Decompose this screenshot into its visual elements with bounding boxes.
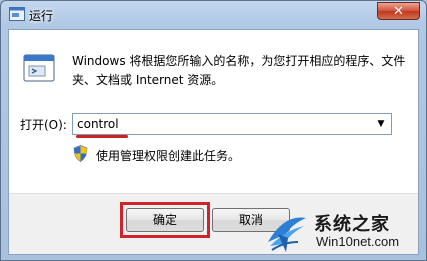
watermark-url: Win10net.com	[316, 234, 400, 249]
uac-shield-icon	[73, 145, 88, 162]
title-bar[interactable]: 运行 ✕	[1, 1, 426, 29]
description-text: Windows 将根据您所输入的名称，为您打开相应的程序、文件夹、文档或 Int…	[72, 54, 406, 87]
run-app-icon	[9, 7, 25, 21]
open-label: 打开(O):	[20, 118, 67, 132]
watermark-title: 系统之家	[314, 214, 390, 235]
command-combobox[interactable]: control ▼	[72, 113, 392, 135]
admin-privilege-note: 使用管理权限创建此任务。	[96, 149, 241, 163]
close-button[interactable]: ✕	[377, 2, 420, 20]
run-dialog-window: 运行 ✕ Windows 将根据您所输入的名称，为您打开相应的程序、文件夹、文档…	[0, 0, 427, 261]
watermark-logo-icon	[268, 217, 306, 252]
command-underline-annotation	[76, 135, 128, 138]
dropdown-arrow-icon[interactable]: ▼	[374, 117, 388, 131]
close-icon: ✕	[393, 4, 404, 19]
window-title: 运行	[29, 9, 54, 23]
command-input-value[interactable]: control	[77, 117, 119, 131]
site-watermark: 系统之家 Win10net.com	[264, 208, 422, 256]
ok-highlight-annotation	[120, 202, 210, 238]
run-program-icon	[23, 54, 55, 82]
